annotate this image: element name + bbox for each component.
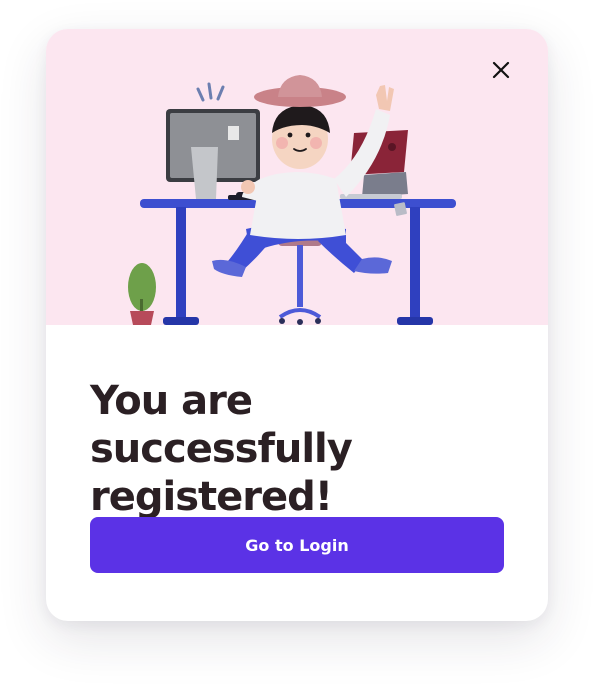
developer-at-desk-illustration [128, 75, 456, 325]
close-icon [492, 61, 510, 79]
go-to-login-button[interactable]: Go to Login [90, 517, 504, 573]
potted-plant [128, 263, 156, 325]
close-button[interactable] [492, 61, 516, 85]
chair [278, 238, 322, 325]
dialog-title: You are successfully registered! [90, 378, 353, 520]
registration-success-dialog: You are successfully registered! Go to L… [46, 29, 548, 621]
person-head [254, 75, 346, 169]
excitement-lines [196, 82, 225, 102]
hero-illustration [46, 29, 548, 325]
